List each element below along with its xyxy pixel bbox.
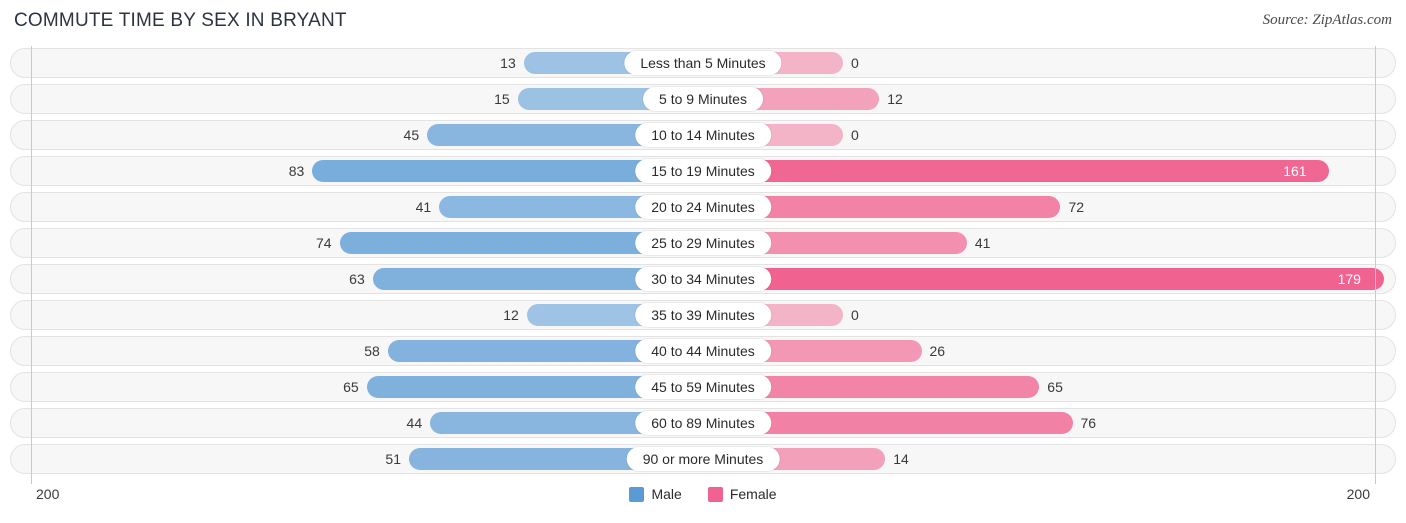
value-label-male: 44 <box>406 415 423 431</box>
value-label-male: 12 <box>503 307 519 323</box>
value-label-female: 14 <box>893 451 909 467</box>
category-label: 25 to 29 Minutes <box>635 231 771 255</box>
value-label-male: 74 <box>315 235 332 251</box>
value-label-female: 72 <box>1068 199 1085 215</box>
value-label-female: 76 <box>1080 415 1097 431</box>
category-label: 5 to 9 Minutes <box>643 87 763 111</box>
category-label: 30 to 34 Minutes <box>635 267 771 291</box>
category-label: Less than 5 Minutes <box>624 51 782 75</box>
chart-legend: Male Female <box>0 486 1406 502</box>
category-label: 40 to 44 Minutes <box>635 339 771 363</box>
legend-item-female[interactable]: Female <box>707 486 777 502</box>
category-label: 15 to 19 Minutes <box>635 159 771 183</box>
chart-footer: 200 200 Male Female <box>0 482 1406 512</box>
table-row[interactable]: 65 65 45 to 59 Minutes <box>10 372 1396 402</box>
page-title: COMMUTE TIME BY SEX IN BRYANT <box>14 10 347 31</box>
table-row[interactable]: 45 0 10 to 14 Minutes <box>10 120 1396 150</box>
value-label-female: 179 <box>1337 271 1361 287</box>
value-label-male: 58 <box>364 343 380 359</box>
category-label: 90 or more Minutes <box>626 447 780 471</box>
value-label-male: 13 <box>500 55 516 71</box>
value-label-male: 51 <box>385 451 401 467</box>
table-row[interactable]: 83 161 15 to 19 Minutes <box>10 156 1396 186</box>
chart-plot-area: 13 0 Less than 5 Minutes 15 12 5 to 9 Minutes… <box>0 46 1406 484</box>
bar-female[interactable] <box>703 268 1384 290</box>
table-row[interactable]: 13 0 Less than 5 Minutes <box>10 48 1396 78</box>
table-row[interactable]: 63 179 30 to 34 Minutes <box>10 264 1396 294</box>
bar-rows-container: 13 0 Less than 5 Minutes 15 12 5 to 9 Minutes… <box>10 48 1396 480</box>
value-label-male: 15 <box>494 91 510 107</box>
table-row[interactable]: 15 12 5 to 9 Minutes <box>10 84 1396 114</box>
category-label: 45 to 59 Minutes <box>635 375 771 399</box>
value-label-female: 41 <box>974 235 991 251</box>
value-label-male: 83 <box>288 163 305 179</box>
legend-label-male: Male <box>651 486 682 502</box>
value-label-male: 45 <box>403 127 420 143</box>
table-row[interactable]: 44 76 60 to 89 Minutes <box>10 408 1396 438</box>
value-label-male: 63 <box>349 271 365 287</box>
legend-item-male[interactable]: Male <box>629 486 682 502</box>
category-label: 60 to 89 Minutes <box>635 411 771 435</box>
source-attribution: Source: ZipAtlas.com <box>1262 12 1392 28</box>
value-label-male: 41 <box>415 199 432 215</box>
table-row[interactable]: 12 0 35 to 39 Minutes <box>10 300 1396 330</box>
category-label: 35 to 39 Minutes <box>635 303 771 327</box>
legend-label-female: Female <box>729 486 777 502</box>
value-label-female: 26 <box>929 343 946 359</box>
value-label-female: 161 <box>1283 163 1307 179</box>
table-row[interactable]: 58 26 40 to 44 Minutes <box>10 336 1396 366</box>
category-label: 10 to 14 Minutes <box>635 123 771 147</box>
value-label-female: 0 <box>851 307 859 323</box>
legend-swatch-male-icon <box>629 486 645 502</box>
table-row[interactable]: 51 14 90 or more Minutes <box>10 444 1396 474</box>
value-label-female: 12 <box>887 91 903 107</box>
value-label-female: 0 <box>851 55 859 71</box>
value-label-male: 65 <box>343 379 359 395</box>
chart-header: COMMUTE TIME BY SEX IN BRYANT Source: Zi… <box>0 0 1406 46</box>
table-row[interactable]: 74 41 25 to 29 Minutes <box>10 228 1396 258</box>
category-label: 20 to 24 Minutes <box>635 195 771 219</box>
table-row[interactable]: 41 72 20 to 24 Minutes <box>10 192 1396 222</box>
legend-swatch-female-icon <box>707 486 723 502</box>
bar-female[interactable] <box>703 160 1330 182</box>
value-label-female: 65 <box>1047 379 1063 395</box>
value-label-female: 0 <box>851 127 859 143</box>
